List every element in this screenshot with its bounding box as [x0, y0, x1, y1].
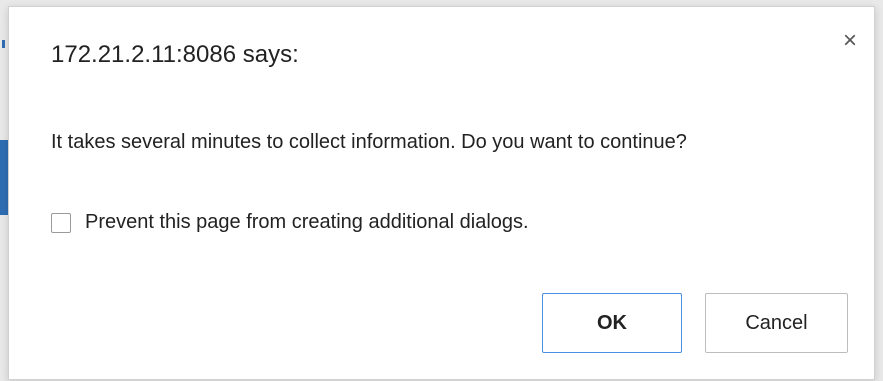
dialog-title: 172.21.2.11:8086 says:: [51, 41, 299, 68]
checkbox-icon[interactable]: [51, 212, 71, 233]
prevent-dialogs-label: Prevent this page from creating addition…: [85, 211, 529, 233]
close-button[interactable]: ×: [836, 27, 864, 55]
backdrop-accent-bar: [0, 140, 8, 215]
close-icon: ×: [842, 27, 857, 54]
cancel-button[interactable]: Cancel: [705, 293, 848, 353]
alert-dialog: 172.21.2.11:8086 says: × It takes severa…: [8, 6, 875, 380]
backdrop-tick: [2, 40, 5, 48]
dialog-message: It takes several minutes to collect info…: [51, 131, 687, 153]
prevent-dialogs-option[interactable]: Prevent this page from creating addition…: [51, 211, 529, 234]
ok-button[interactable]: OK: [542, 293, 682, 353]
